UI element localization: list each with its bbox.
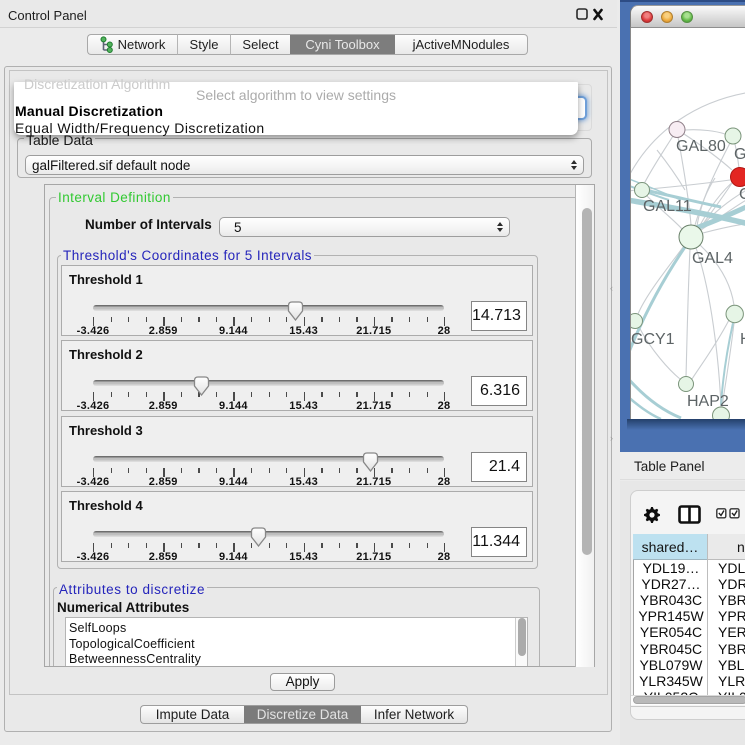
svg-text:CR: CR bbox=[739, 186, 745, 203]
svg-text:GAL11: GAL11 bbox=[643, 198, 692, 215]
svg-text:HAP2: HAP2 bbox=[687, 393, 729, 410]
svg-text:GCY1: GCY1 bbox=[631, 331, 675, 348]
svg-text:GAL4: GAL4 bbox=[692, 250, 733, 267]
svg-text:GAL: GAL bbox=[734, 146, 745, 163]
svg-text:HI: HI bbox=[740, 331, 745, 348]
svg-text:GAL80: GAL80 bbox=[676, 138, 726, 155]
